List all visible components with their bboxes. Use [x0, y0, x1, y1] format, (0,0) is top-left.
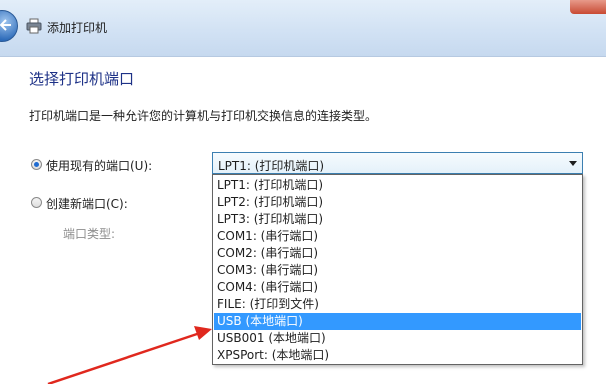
use-existing-port-radio[interactable] — [31, 159, 42, 170]
port-option-file[interactable]: FILE: (打印到文件) — [214, 296, 581, 313]
existing-port-value: LPT1: (打印机端口) — [218, 159, 325, 173]
use-existing-port-label[interactable]: 使用现有的端口(U): — [46, 157, 152, 174]
existing-port-select[interactable]: LPT1: (打印机端口) — [212, 152, 583, 174]
port-dropdown-list: LPT1: (打印机端口) LPT2: (打印机端口) LPT3: (打印机端口… — [212, 174, 583, 365]
create-new-port-label[interactable]: 创建新端口(C): — [46, 195, 128, 212]
port-option-com3[interactable]: COM3: (串行端口) — [214, 262, 581, 279]
back-button[interactable] — [0, 10, 18, 42]
port-option-com1[interactable]: COM1: (串行端口) — [214, 228, 581, 245]
window-titlebar: 添加打印机 — [0, 0, 606, 57]
port-option-lpt3[interactable]: LPT3: (打印机端口) — [214, 211, 581, 228]
chevron-down-icon[interactable] — [569, 161, 577, 166]
port-option-xpsport[interactable]: XPSPort: (本地端口) — [214, 347, 581, 364]
page-heading: 选择打印机端口 — [29, 70, 135, 88]
port-type-label: 端口类型: — [63, 227, 116, 241]
port-option-usb001[interactable]: USB001 (本地端口) — [214, 330, 581, 347]
port-option-com4[interactable]: COM4: (串行端口) — [214, 279, 581, 296]
page-description: 打印机端口是一种允许您的计算机与打印机交换信息的连接类型。 — [29, 109, 378, 123]
window-title: 添加打印机 — [47, 21, 108, 35]
back-arrow-icon — [0, 19, 11, 31]
printer-icon — [26, 18, 42, 34]
create-new-port-radio[interactable] — [31, 197, 42, 208]
port-option-lpt2[interactable]: LPT2: (打印机端口) — [214, 194, 581, 211]
port-option-lpt1[interactable]: LPT1: (打印机端口) — [214, 177, 581, 194]
close-button[interactable] — [570, 0, 606, 14]
port-option-usb[interactable]: USB (本地端口) — [214, 313, 581, 330]
port-option-com2[interactable]: COM2: (串行端口) — [214, 245, 581, 262]
